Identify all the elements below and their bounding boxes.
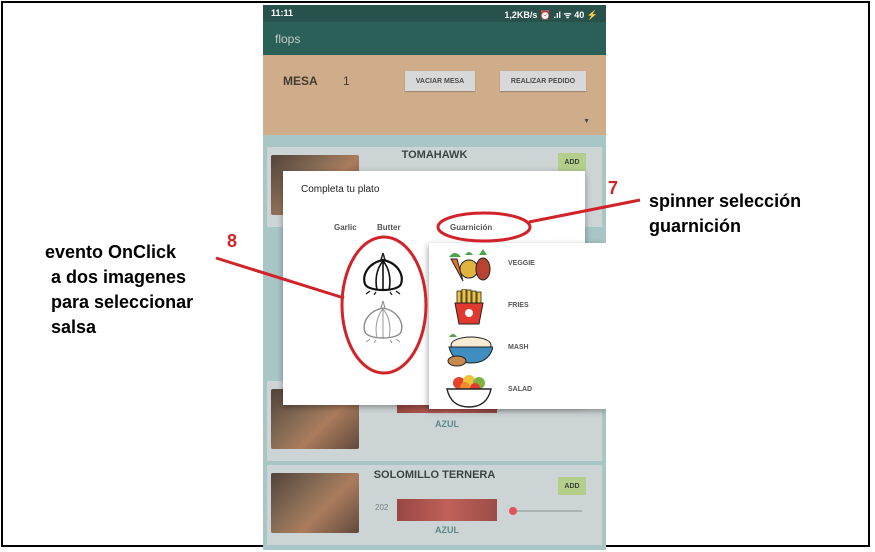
annotation-text: a dos imagenes [51,267,187,287]
annotation-arrow-7 [528,198,641,224]
annotation-text: spinner selección [649,191,802,211]
annotation-number-8: 8 [227,231,238,251]
annotation-number-7: 7 [608,178,619,198]
annotation-text: para seleccionar [51,292,194,312]
annotation-left: evento OnClick a dos imagenes para selec… [45,240,193,340]
annotation-text: salsa [51,317,97,337]
annotation-right: spinner selección guarnición [649,189,801,239]
annotation-text: evento OnClick [45,242,177,262]
sauce-highlight-ellipse [340,235,428,375]
annotation-arrow-8 [215,256,345,300]
annotation-text: guarnición [649,216,742,236]
guarnicion-highlight-ellipse [436,211,532,243]
